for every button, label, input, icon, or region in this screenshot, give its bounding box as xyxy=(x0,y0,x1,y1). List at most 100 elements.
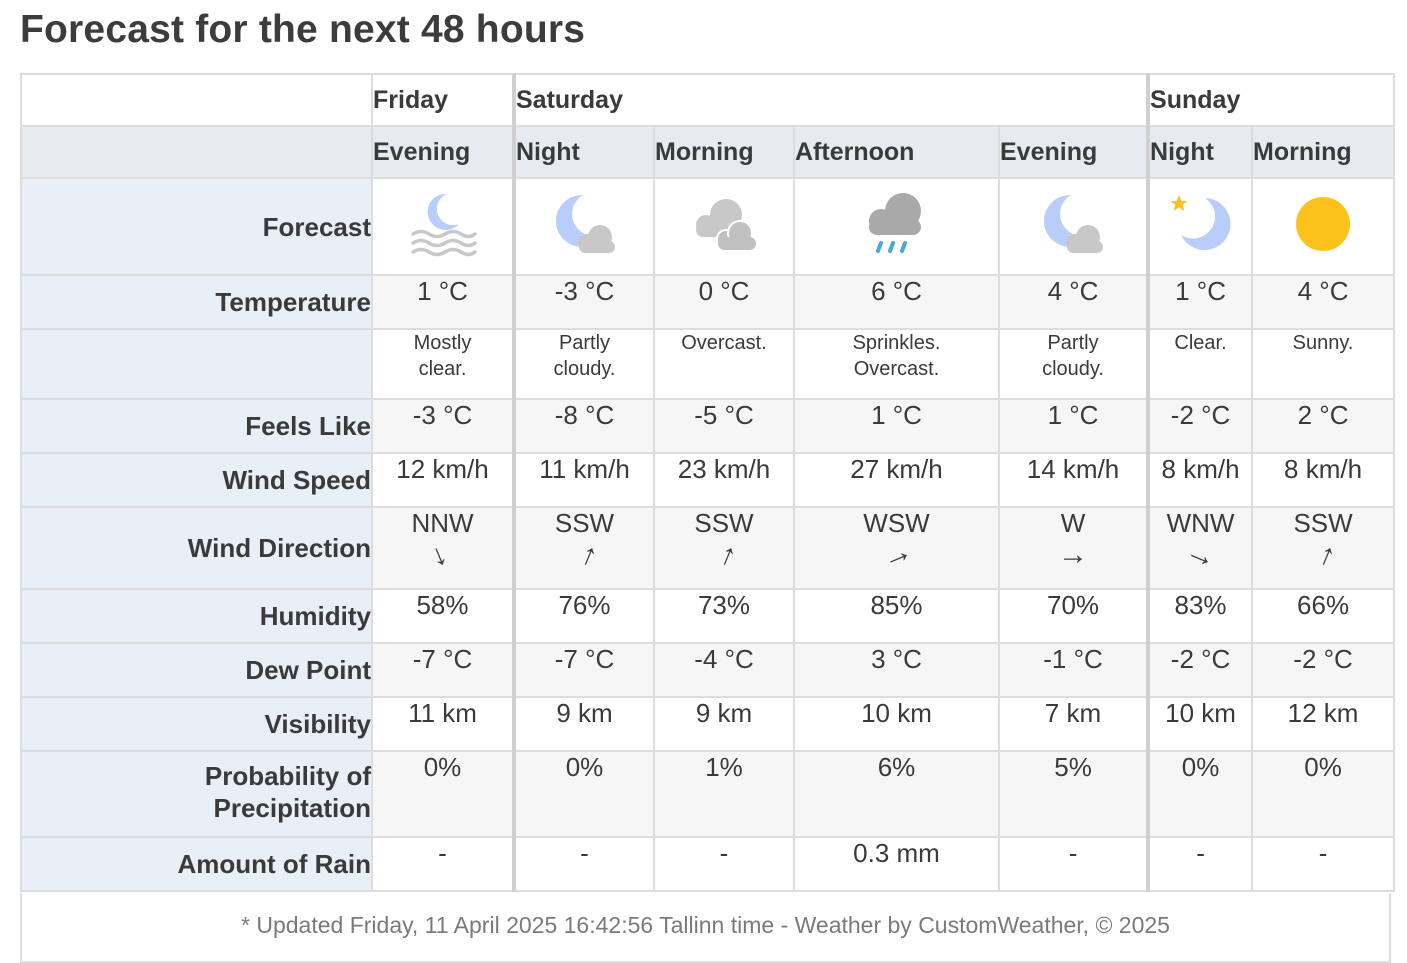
precip-prob-cell: 5% xyxy=(997,750,1150,838)
dew-point-cell: 3 °C xyxy=(793,642,1000,698)
period-header: Evening xyxy=(371,125,515,179)
wind-arrow-icon: → xyxy=(702,534,745,575)
wind-direction-cell: WSW → xyxy=(793,506,1000,590)
condition-cell: Overcast. xyxy=(653,328,795,400)
dew-point-cell: -4 °C xyxy=(653,642,795,698)
condition-cell: Clear. xyxy=(1146,328,1254,400)
period-header: Afternoon xyxy=(793,125,1000,179)
forecast-icon-cell xyxy=(1146,177,1254,276)
temperature-cell: 1 °C xyxy=(1146,274,1254,330)
visibility-cell: 10 km xyxy=(1146,696,1254,752)
temperature-row: Temperature 1 °C -3 °C 0 °C 6 °C 4 °C 1 … xyxy=(20,274,1396,330)
wind-speed-cell: 23 km/h xyxy=(653,452,795,508)
temperature-cell: 6 °C xyxy=(793,274,1000,330)
condition-cell: Mostly clear. xyxy=(371,328,515,400)
visibility-cell: 9 km xyxy=(512,696,655,752)
wind-direction-cell: NNW → xyxy=(371,506,515,590)
dew-point-cell: -7 °C xyxy=(371,642,515,698)
wind-direction-text: SSW xyxy=(1293,508,1353,538)
update-footer: * Updated Friday, 11 April 2025 16:42:56… xyxy=(20,893,1391,963)
forecast-icon-cell xyxy=(1251,177,1396,276)
wind-speed-cell: 14 km/h xyxy=(997,452,1150,508)
rain-amount-cell: 0.3 mm xyxy=(793,836,1000,892)
forecast-icon-cell xyxy=(997,177,1150,276)
precip-prob-cell: 0% xyxy=(1251,750,1396,838)
row-label-humidity: Humidity xyxy=(20,588,373,644)
rain-amount-cell: - xyxy=(653,836,795,892)
visibility-cell: 7 km xyxy=(997,696,1150,752)
wind-direction-text: WSW xyxy=(863,508,930,538)
feels-like-row: Feels Like -3 °C -8 °C -5 °C 1 °C 1 °C -… xyxy=(20,398,1396,454)
wind-direction-row: Wind Direction NNW → SSW → SSW → WSW → W → WN… xyxy=(20,506,1396,590)
humidity-cell: 83% xyxy=(1146,588,1254,644)
temperature-cell: -3 °C xyxy=(512,274,655,330)
feels-like-cell: -3 °C xyxy=(371,398,515,454)
condition-text: Sprinkles. xyxy=(852,332,941,354)
wind-direction-cell: WNW → xyxy=(1146,506,1254,590)
wind-speed-cell: 11 km/h xyxy=(512,452,655,508)
wind-direction-text: SSW xyxy=(554,508,615,538)
dew-point-cell: -2 °C xyxy=(1146,642,1254,698)
condition-text: Overcast. xyxy=(681,332,767,354)
forecast-icon-cell xyxy=(653,177,795,276)
precip-prob-cell: 0% xyxy=(512,750,655,838)
wind-speed-cell: 27 km/h xyxy=(793,452,1000,508)
rain-amount-cell: - xyxy=(512,836,655,892)
moon-fog-icon xyxy=(410,193,477,257)
temperature-cell: 1 °C xyxy=(371,274,515,330)
rain-amount-cell: - xyxy=(371,836,515,892)
forecast-icon-cell xyxy=(512,177,655,276)
feels-like-cell: 1 °C xyxy=(997,398,1150,454)
period-header-row: Evening Night Morning Afternoon Evening … xyxy=(20,125,1396,179)
visibility-cell: 10 km xyxy=(793,696,1000,752)
feels-like-cell: -8 °C xyxy=(512,398,655,454)
rain-cloud-icon xyxy=(868,193,921,253)
humidity-cell: 66% xyxy=(1251,588,1396,644)
humidity-cell: 85% xyxy=(793,588,1000,644)
footer-text: * Updated Friday, 11 April 2025 16:42:56… xyxy=(241,912,1170,938)
rain-amount-row: Amount of Rain - - - 0.3 mm - - - xyxy=(20,836,1396,892)
sun-icon xyxy=(1296,197,1351,251)
condition-cell: Sprinkles. Overcast. xyxy=(793,328,1000,400)
row-label-dew-point: Dew Point xyxy=(20,642,373,698)
row-label-feels-like: Feels Like xyxy=(20,398,373,454)
wind-direction-cell: SSW → xyxy=(653,506,795,590)
visibility-cell: 9 km xyxy=(653,696,795,752)
period-header: Evening xyxy=(997,125,1150,179)
period-corner-cell xyxy=(20,125,373,179)
period-header: Morning xyxy=(653,125,795,179)
row-label-visibility: Visibility xyxy=(20,696,373,752)
condition-text: Mostly xyxy=(413,332,472,354)
humidity-cell: 58% xyxy=(371,588,515,644)
condition-text: Clear. xyxy=(1174,332,1227,354)
page-title: Forecast for the next 48 hours xyxy=(20,8,586,51)
wind-speed-row: Wind Speed 12 km/h 11 km/h 23 km/h 27 km… xyxy=(20,452,1396,508)
row-label-forecast: Forecast xyxy=(20,177,373,276)
condition-text: clear. xyxy=(418,358,467,380)
wind-direction-text: SSW xyxy=(694,508,754,538)
row-label-precip-prob: Probability of Precipitation xyxy=(20,750,373,838)
rain-amount-cell: - xyxy=(1251,836,1396,892)
wind-arrow-icon: → xyxy=(1180,533,1221,576)
condition-text: cloudy. xyxy=(553,358,616,380)
wind-direction-cell: SSW → xyxy=(1251,506,1396,590)
period-header: Night xyxy=(512,125,655,179)
day-header-friday: Friday xyxy=(371,73,515,127)
row-label-temperature: Temperature xyxy=(20,274,373,330)
forecast-table: Friday Saturday Sunday Evening Night Mor… xyxy=(20,73,1396,892)
feels-like-cell: -2 °C xyxy=(1146,398,1254,454)
corner-cell xyxy=(20,73,373,127)
humidity-cell: 70% xyxy=(997,588,1150,644)
dew-point-cell: -7 °C xyxy=(512,642,655,698)
moon-cloud-icon xyxy=(1043,194,1104,253)
condition-cell: Sunny. xyxy=(1251,328,1396,400)
condition-cell: Partly cloudy. xyxy=(997,328,1150,400)
wind-direction-text: WNW xyxy=(1166,508,1235,538)
temperature-cell: 4 °C xyxy=(1251,274,1396,330)
moon-cloud-icon xyxy=(555,194,615,253)
row-label-wind-speed: Wind Speed xyxy=(20,452,373,508)
wind-direction-cell: W → xyxy=(997,506,1150,590)
overcast-clouds-icon xyxy=(696,199,756,250)
wind-arrow-icon: → xyxy=(1301,534,1344,575)
period-header: Night xyxy=(1146,125,1254,179)
